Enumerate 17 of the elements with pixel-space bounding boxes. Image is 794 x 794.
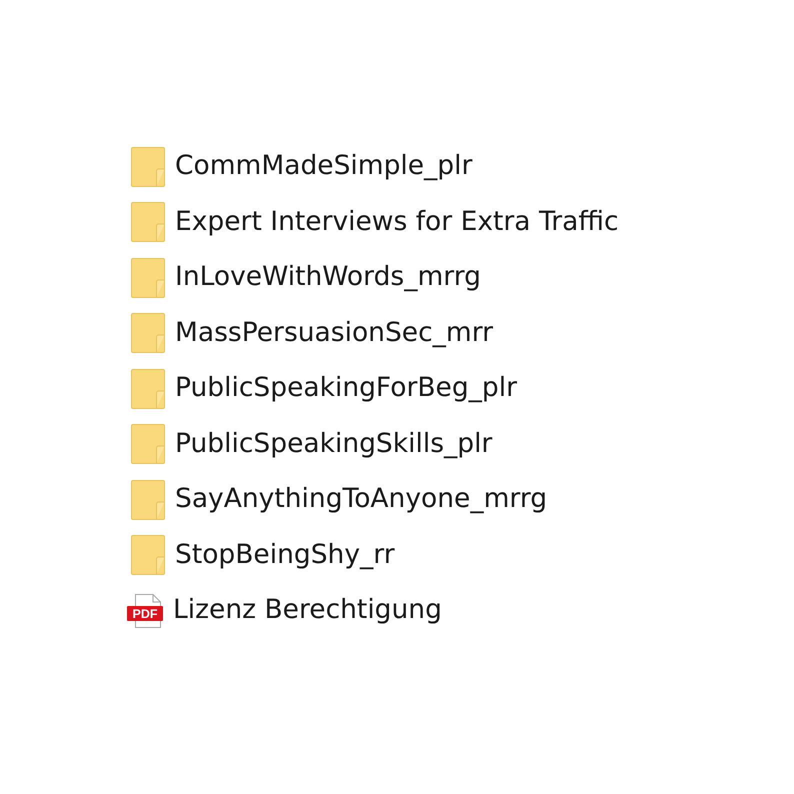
file-name[interactable]: InLoveWithWords_mrrg	[175, 261, 481, 292]
file-name[interactable]: PublicSpeakingForBeg_plr	[175, 372, 517, 404]
folder-icon	[131, 146, 165, 187]
file-name[interactable]: Lizenz Berechtigung	[173, 594, 442, 626]
file-name[interactable]: SayAnythingToAnyone_mrrg	[175, 483, 548, 514]
folder-icon	[131, 424, 165, 464]
file-name[interactable]: CommMadeSimple_plr	[175, 150, 472, 182]
file-name[interactable]: PublicSpeakingSkills_plr	[175, 428, 492, 459]
folder-icon	[131, 258, 165, 298]
folder-icon	[131, 535, 165, 576]
folder-icon	[131, 368, 165, 409]
folder-icon	[131, 202, 165, 242]
file-name[interactable]: Expert Interviews for Extra Traffic	[175, 206, 619, 237]
folder-icon	[131, 313, 165, 354]
file-name[interactable]: StopBeingShy_rr	[175, 538, 395, 570]
file-name[interactable]: MassPersuasionSec_mrr	[175, 316, 494, 348]
folder-icon	[131, 480, 165, 520]
